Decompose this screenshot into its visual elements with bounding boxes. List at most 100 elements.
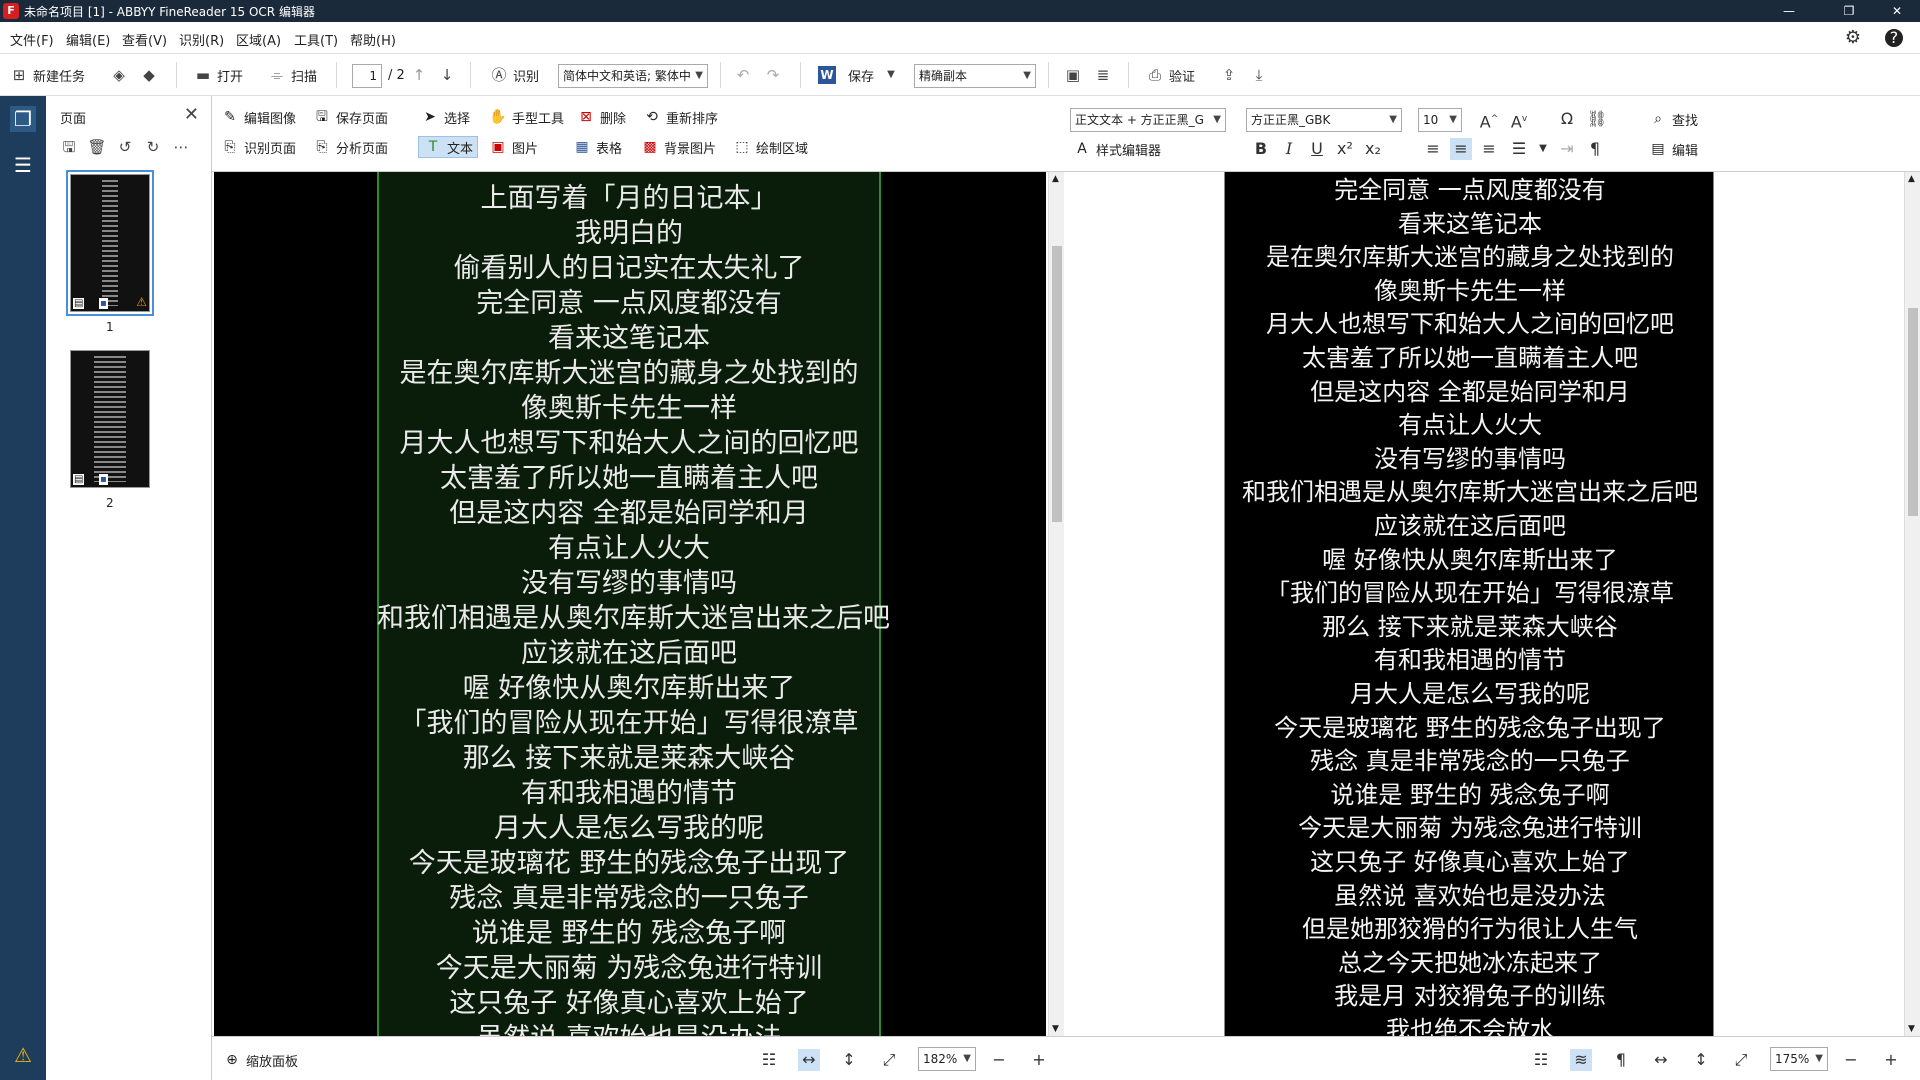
style-editor-button[interactable]: A 样式编辑器 bbox=[1072, 138, 1161, 160]
scroll-down-icon[interactable]: ▼ bbox=[1052, 1024, 1059, 1034]
align-right-icon[interactable]: ≡ bbox=[1478, 138, 1500, 160]
text-wrap-icon[interactable]: ≋ bbox=[1570, 1049, 1592, 1071]
recognized-text-line[interactable]: 那么 接下来就是莱森大峡谷 bbox=[1225, 607, 1715, 642]
list-view-icon[interactable]: ☰ bbox=[10, 152, 36, 178]
recognized-text-line[interactable]: 但是她那狡猾的行为很让人生气 bbox=[1225, 909, 1715, 944]
more-icon[interactable]: ⋯ bbox=[170, 136, 192, 158]
export-up-button[interactable]: ⇪ bbox=[1220, 64, 1243, 86]
layers-add-button[interactable]: ◈ bbox=[110, 64, 133, 86]
recognized-text-line[interactable]: 这只兔子 好像真心喜欢上始了 bbox=[1225, 842, 1715, 877]
align-center-icon[interactable]: ≡ bbox=[1450, 138, 1472, 160]
recognized-text-line[interactable]: 虽然说 喜欢始也是没办法 bbox=[1225, 876, 1715, 911]
edit-button[interactable]: ▤ 编辑 bbox=[1648, 138, 1698, 160]
fit-page-icon[interactable]: ⤢ bbox=[878, 1049, 900, 1071]
menu-tools[interactable]: 工具(T) bbox=[294, 30, 338, 49]
recognized-text-line[interactable]: 今天是玻璃花 野生的残念兔子出现了 bbox=[1225, 708, 1715, 743]
subscript-icon[interactable]: x₂ bbox=[1362, 138, 1384, 160]
indent-icon[interactable]: ⇥ bbox=[1556, 138, 1578, 160]
pages-view-icon[interactable]: ❐ bbox=[10, 106, 36, 132]
image-pane[interactable]: 上面写着「月的日记本」 我明白的 偷看别人的日记实在太失礼了 完全同意 一点风度都没有… bbox=[212, 172, 1048, 1036]
scrollbar-thumb[interactable] bbox=[1052, 246, 1062, 522]
font-select[interactable]: 方正正黑_GBK ▼ bbox=[1246, 108, 1402, 132]
recognized-text-line[interactable]: 「我们的冒险从现在开始」写得很潦草 bbox=[1225, 573, 1715, 608]
fit-height-icon[interactable]: ↕ bbox=[838, 1049, 860, 1071]
image-scrollbar[interactable]: ▲ ▼ bbox=[1048, 172, 1064, 1036]
chevron-down-icon[interactable]: ▼ bbox=[1532, 138, 1554, 160]
rotate-left-icon[interactable]: ↺ bbox=[114, 136, 136, 158]
scan-button[interactable]: ⌯ 扫描 bbox=[268, 64, 317, 86]
hand-tool-button[interactable]: ✋ 手型工具 bbox=[488, 106, 564, 128]
paragraph-icon[interactable]: ¶ bbox=[1584, 138, 1606, 160]
text-zoom-select[interactable]: 175% ▼ bbox=[1770, 1047, 1828, 1071]
undo-button[interactable]: ↶ bbox=[734, 64, 757, 86]
superscript-icon[interactable]: x² bbox=[1334, 138, 1356, 160]
select-tool-button[interactable]: ➤ 选择 bbox=[420, 106, 470, 128]
minimize-icon[interactable]: — bbox=[1766, 0, 1812, 22]
recognized-text-line[interactable]: 完全同意 一点风度都没有 bbox=[1225, 172, 1715, 205]
zoom-panel-button[interactable]: ⊕ 缩放面板 bbox=[222, 1049, 298, 1071]
text-pane[interactable]: 完全同意 一点风度都没有 看来这笔记本 是在奥尔库斯大迷宫的藏身之处找到的 像奥斯卡先… bbox=[1064, 172, 1904, 1036]
text-layout-button[interactable]: ≣ bbox=[1094, 64, 1117, 86]
page-layout-icon[interactable]: ☷ bbox=[1530, 1049, 1552, 1071]
recognized-text-line[interactable]: 但是这内容 全都是始同学和月 bbox=[1225, 372, 1715, 407]
shrink-font-icon[interactable]: Av bbox=[1508, 108, 1530, 131]
recognize-page-button[interactable]: ⎘ 识别页面 bbox=[220, 136, 296, 158]
picture-button[interactable]: ▣ bbox=[1064, 64, 1087, 86]
export-down-button[interactable]: ⤓ bbox=[1250, 64, 1273, 86]
recognized-text-line[interactable]: 和我们相遇是从奥尔库斯大迷宫出来之后吧 bbox=[1225, 472, 1715, 507]
language-select[interactable]: 简体中文和英语; 繁体中 ▼ bbox=[558, 64, 708, 88]
recognized-text-line[interactable]: 总之今天把她冰冻起来了 bbox=[1225, 943, 1715, 978]
draw-area-button[interactable]: ⬚ 绘制区域 bbox=[732, 136, 808, 158]
recognized-text-line[interactable]: 今天是大丽菊 为残念兔进行特训 bbox=[1225, 808, 1715, 843]
recognized-text-line[interactable]: 没有写缪的事情吗 bbox=[1225, 439, 1715, 474]
menu-recognize[interactable]: 识别(R) bbox=[179, 30, 224, 49]
reorder-button[interactable]: ⟲ 重新排序 bbox=[642, 106, 718, 128]
underline-icon[interactable]: U bbox=[1306, 138, 1328, 160]
open-button[interactable]: ▬ 打开 bbox=[194, 64, 243, 86]
layers-button[interactable]: ◆ bbox=[140, 64, 163, 86]
page-thumbnail-1[interactable]: ▤ ▪ ⚠ bbox=[66, 170, 154, 316]
page-number-input[interactable]: 1 bbox=[352, 64, 382, 88]
zoom-in-icon[interactable]: + bbox=[1880, 1049, 1902, 1071]
warning-icon[interactable]: ⚠ bbox=[10, 1042, 36, 1068]
rotate-right-icon[interactable]: ↻ bbox=[142, 136, 164, 158]
help-icon[interactable]: ? bbox=[1885, 29, 1903, 47]
recognized-text-line[interactable]: 喔 好像快从奥尔库斯出来了 bbox=[1225, 540, 1715, 575]
font-size-select[interactable]: 10 ▼ bbox=[1418, 108, 1462, 132]
menu-file[interactable]: 文件(F) bbox=[10, 30, 54, 49]
scroll-up-icon[interactable]: ▲ bbox=[1052, 174, 1059, 184]
close-icon[interactable]: ✕ bbox=[1874, 0, 1920, 22]
omega-icon[interactable]: Ω bbox=[1556, 108, 1578, 130]
link-icon[interactable]: ⛓ bbox=[1586, 108, 1608, 130]
scrollbar-thumb[interactable] bbox=[1908, 308, 1918, 516]
recognized-text-line[interactable]: 有和我相遇的情节 bbox=[1225, 640, 1715, 675]
zoom-out-icon[interactable]: − bbox=[988, 1049, 1010, 1071]
maximize-icon[interactable]: ❐ bbox=[1826, 0, 1872, 22]
recognized-text-line[interactable]: 月大人是怎么写我的呢 bbox=[1225, 674, 1715, 709]
trash-icon[interactable]: 🗑 bbox=[86, 136, 108, 158]
scroll-up-icon[interactable]: ▲ bbox=[1908, 174, 1915, 184]
delete-area-button[interactable]: ⊠ 删除 bbox=[576, 106, 626, 128]
zoom-out-icon[interactable]: − bbox=[1840, 1049, 1862, 1071]
page-layout-icon[interactable]: ☷ bbox=[758, 1049, 780, 1071]
close-icon[interactable]: ✕ bbox=[184, 104, 199, 125]
menu-edit[interactable]: 编辑(E) bbox=[66, 30, 110, 49]
recognized-text-line[interactable]: 太害羞了所以她一直瞒着主人吧 bbox=[1225, 338, 1715, 373]
recognized-text-line[interactable]: 看来这笔记本 bbox=[1225, 204, 1715, 239]
background-picture-button[interactable]: ▩ 背景图片 bbox=[640, 136, 716, 158]
save-button[interactable]: 保存 ▼ bbox=[848, 64, 905, 86]
analyze-page-button[interactable]: ⎘ 分析页面 bbox=[312, 136, 388, 158]
table-area-button[interactable]: ▦ 表格 bbox=[572, 136, 622, 158]
save-page-icon[interactable]: 🖫 bbox=[58, 136, 80, 158]
page-thumbnail-2[interactable]: ▤ ▪ bbox=[70, 350, 150, 488]
menu-view[interactable]: 查看(V) bbox=[122, 30, 167, 49]
fit-width-icon[interactable]: ↔ bbox=[798, 1049, 820, 1071]
recognized-text-line[interactable]: 是在奥尔库斯大迷宫的藏身之处找到的 bbox=[1225, 237, 1715, 272]
bold-icon[interactable]: B bbox=[1250, 138, 1272, 160]
paragraph-style-select[interactable]: 正文文本 + 方正正黑_G ▼ bbox=[1070, 108, 1226, 132]
edit-image-button[interactable]: ✎ 编辑图像 bbox=[220, 106, 296, 128]
recognized-text-line[interactable]: 像奥斯卡先生一样 bbox=[1225, 271, 1715, 306]
recognized-text-line[interactable]: 说谁是 野生的 残念兔子啊 bbox=[1225, 775, 1715, 810]
grow-font-icon[interactable]: A^ bbox=[1478, 108, 1500, 131]
gear-icon[interactable]: ⚙ bbox=[1843, 28, 1863, 48]
